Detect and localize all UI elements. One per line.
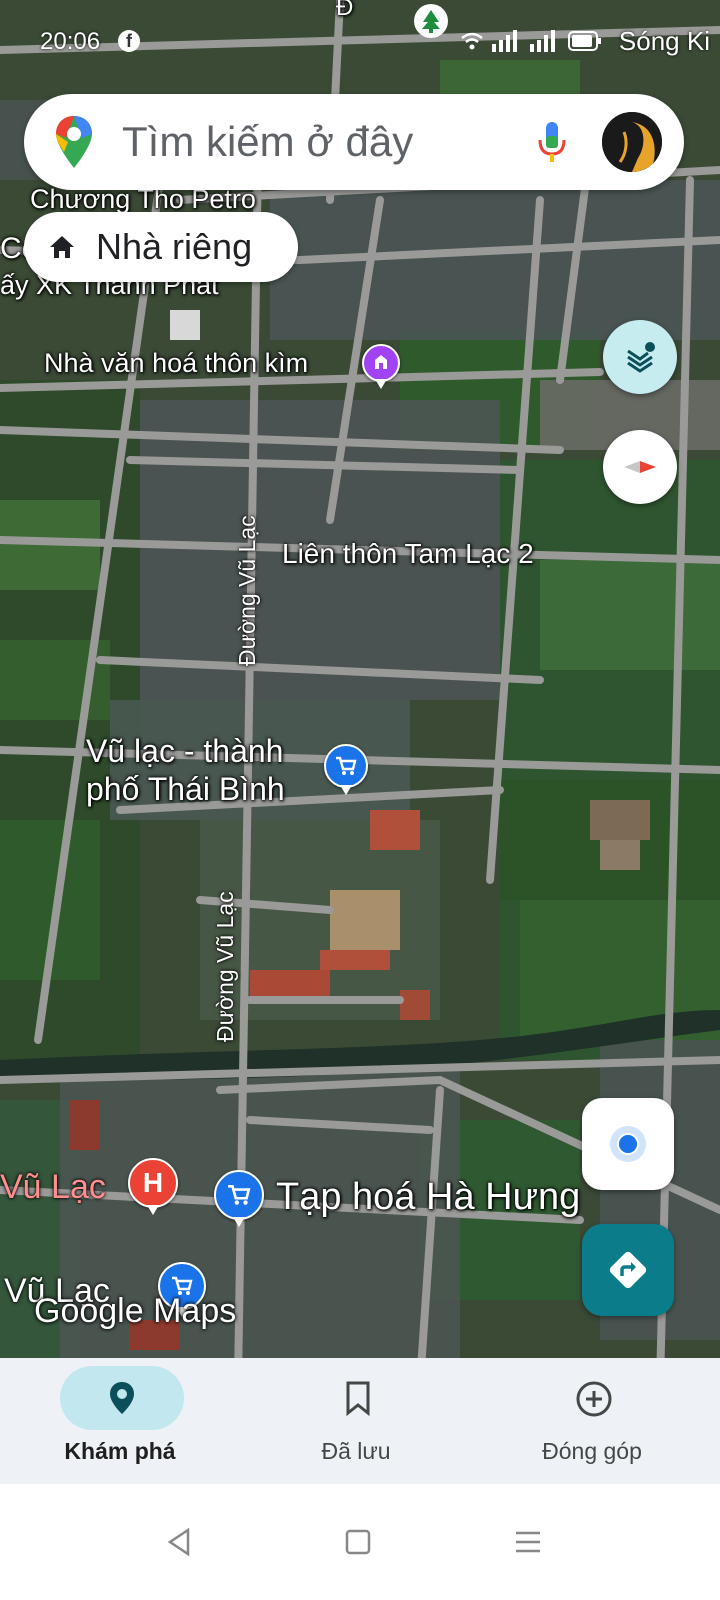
home-chip-label: Nhà riêng (96, 226, 253, 267)
bookmark-icon (346, 1381, 370, 1417)
tab-contribute[interactable]: Đóng góp (472, 1358, 712, 1484)
carrier-name: Sóng Ki (618, 26, 710, 56)
tab-saved-pill (296, 1366, 420, 1430)
location-pin-icon (110, 1382, 134, 1414)
directions-icon (609, 1251, 647, 1289)
road-label-duong-vu-lac-1: Đường Vũ Lạc (234, 515, 260, 666)
recents-menu-icon[interactable] (510, 1524, 546, 1560)
facebook-icon: f (118, 30, 140, 52)
signal-icon (530, 30, 555, 52)
home-button-icon[interactable] (340, 1524, 376, 1560)
status-bar: 20:06 f Sóng Ki (0, 0, 720, 80)
google-maps-logo-icon (56, 116, 92, 168)
back-icon[interactable] (162, 1524, 198, 1560)
search-input[interactable]: Tìm kiếm ở đây (122, 118, 532, 166)
home-icon (50, 236, 74, 258)
home-chip[interactable]: Nhà riêng (24, 212, 298, 282)
microphone-icon[interactable] (532, 114, 572, 170)
area-label-lien-thon[interactable]: Liên thôn Tam Lạc 2 (282, 538, 534, 570)
google-maps-watermark: Google Maps (34, 1292, 237, 1330)
poi-label-line-2: phố Thái Bình (86, 771, 285, 807)
poi-label-line-1: Vũ lạc - thành (86, 733, 284, 769)
my-location-button[interactable] (582, 1098, 674, 1190)
compass-button[interactable] (603, 430, 677, 504)
layers-button[interactable] (603, 320, 677, 394)
signal-icon (492, 30, 517, 52)
tab-contribute-label: Đóng góp (542, 1438, 642, 1464)
poi-label-vu-lac-tp[interactable]: Vũ lạc - thành phố Thái Bình (86, 732, 285, 808)
wifi-icon (461, 32, 483, 50)
tab-saved-label: Đã lưu (321, 1438, 391, 1464)
battery-icon (568, 31, 601, 51)
poi-label-tap-hoa[interactable]: Tạp hoá Hà Hưng (276, 1176, 580, 1219)
status-time: 20:06 (40, 28, 101, 55)
add-circle-icon (576, 1381, 612, 1417)
poi-label-nha-van-hoa[interactable]: Nhà văn hoá thôn kìm (44, 348, 308, 379)
system-navigation-bar (0, 1484, 720, 1600)
monument-icon[interactable] (362, 344, 400, 389)
tab-explore[interactable]: Khám phá (0, 1358, 240, 1484)
hospital-icon[interactable]: H (128, 1158, 178, 1215)
tab-explore-pill (60, 1366, 184, 1430)
directions-button[interactable] (582, 1224, 674, 1316)
status-icons (460, 30, 602, 52)
tab-explore-label: Khám phá (64, 1438, 176, 1464)
tab-saved[interactable]: Đã lưu (236, 1358, 476, 1484)
tree-icon (414, 4, 448, 38)
compass-icon (624, 461, 656, 473)
shopping-cart-icon[interactable] (324, 744, 368, 795)
my-location-icon (610, 1126, 646, 1162)
poi-label-vu-lac-hospital[interactable]: Vũ Lạc (0, 1168, 106, 1207)
bottom-navigation: Khám phá Đã lưu Đóng góp (0, 1358, 720, 1484)
avatar[interactable] (602, 112, 662, 172)
layers-icon (627, 342, 655, 373)
search-bar[interactable]: Tìm kiếm ở đây (24, 94, 684, 190)
road-label-duong-vu-lac-2: Đường Vũ Lạc (212, 891, 238, 1042)
shopping-cart-icon[interactable] (214, 1170, 264, 1227)
tab-contribute-pill (532, 1366, 656, 1430)
